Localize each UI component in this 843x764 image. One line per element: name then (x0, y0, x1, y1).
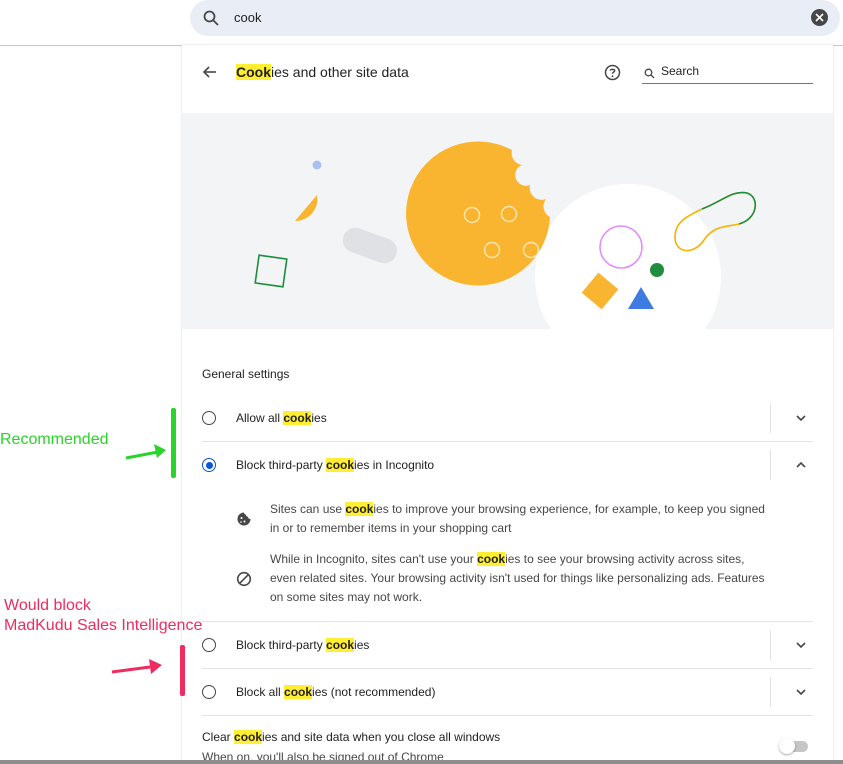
general-settings-title: General settings (202, 367, 290, 381)
detail-line: even related sites. Your browsing activi… (270, 571, 765, 585)
search-query-text[interactable]: cook (234, 10, 261, 25)
clear-title-highlight: cook (234, 730, 263, 744)
chevron-down-icon[interactable] (794, 685, 808, 699)
radio-block-third-party[interactable] (202, 638, 216, 652)
clear-title-text: Clear (202, 730, 235, 744)
label-text: Block all (236, 685, 285, 699)
annotation-would-block-line2: MadKudu Sales Intelligence (4, 617, 203, 634)
chevron-down-icon[interactable] (794, 638, 808, 652)
option-label: Block all cookies (not recommended) (236, 685, 435, 699)
label-text: ies (not recommended) (312, 685, 436, 699)
back-arrow-icon[interactable] (202, 64, 218, 80)
label-highlight: cook (326, 458, 355, 472)
row-separator (770, 450, 771, 480)
radio-block-all[interactable] (202, 685, 216, 699)
page-title: Cookies and other site data (236, 64, 409, 80)
label-highlight: cook (284, 685, 313, 699)
label-text: Block third-party (236, 458, 327, 472)
radio-block-third-party-incognito[interactable] (202, 458, 216, 472)
row-separator (770, 403, 771, 433)
row-divider (202, 715, 813, 716)
annotation-would-block-line1: Would block (4, 597, 91, 614)
page-search-field[interactable]: Search (642, 61, 813, 84)
annotation-would-block: Would block MadKudu Sales Intelligence (4, 597, 202, 635)
detail-text: ies to see your browsing activity across… (505, 552, 745, 566)
detail-line: While in Incognito, sites can't use your… (270, 550, 830, 569)
option-label: Allow all cookies (236, 411, 327, 425)
cookie-illustration-art (254, 141, 756, 329)
annotation-recommended: Recommended (0, 431, 109, 448)
option-block-third-party[interactable]: Block third-party cookies (202, 622, 813, 668)
chevron-down-icon[interactable] (794, 411, 808, 425)
title-rest: ies and other site data (271, 64, 409, 80)
clear-on-exit-toggle[interactable] (779, 738, 808, 754)
label-text: Allow all (236, 411, 284, 425)
label-text: ies (311, 411, 327, 425)
detail-text: ies to improve your browsing experience,… (373, 502, 765, 516)
clear-on-exit-title: Clear cookies and site data when you clo… (202, 730, 500, 744)
detail-text: While in Incognito, sites can't use your (270, 552, 478, 566)
label-text: ies in Incognito (354, 458, 435, 472)
settings-search-bar: cook (0, 0, 843, 46)
block-icon (236, 571, 252, 587)
option-label: Block third-party cookies in Incognito (236, 458, 434, 472)
detail-line: on some sites may not work. (270, 590, 423, 604)
clear-search-icon[interactable] (811, 9, 828, 26)
option-label: Block third-party cookies (236, 638, 369, 652)
detail-line: Sites can use cookies to improve your br… (270, 500, 830, 519)
radio-allow-all[interactable] (202, 411, 216, 425)
search-icon (644, 66, 655, 79)
settings-search-box[interactable]: cook (190, 0, 840, 36)
label-text: Block third-party (236, 638, 327, 652)
page-header: Cookies and other site data Search (182, 45, 833, 113)
label-text: ies (354, 638, 370, 652)
page-search-placeholder[interactable]: Search (661, 64, 699, 78)
option-block-third-party-incognito[interactable]: Block third-party cookies in Incognito (202, 442, 813, 488)
label-highlight: cook (283, 411, 312, 425)
chevron-up-icon[interactable] (794, 458, 808, 472)
detail-highlight: cook (477, 552, 506, 566)
annotation-green-bar (171, 408, 176, 478)
option-block-all-cookies[interactable]: Block all cookies (not recommended) (202, 669, 813, 715)
detail-cookies-use: Sites can use cookies to improve your br… (270, 500, 830, 538)
annotation-red-bar (180, 645, 185, 696)
search-icon (202, 9, 220, 27)
row-separator (770, 630, 771, 660)
detail-text: Sites can use (270, 502, 346, 516)
cookies-settings-card: Cookies and other site data Search Gener… (182, 45, 833, 764)
cookie-icon (236, 511, 252, 527)
detail-highlight: cook (345, 502, 374, 516)
annotation-red-arrow-icon (111, 659, 162, 674)
help-icon[interactable] (604, 64, 621, 81)
window-bottom-edge (0, 760, 843, 764)
title-highlight: Cook (236, 64, 271, 80)
option-allow-all-cookies[interactable]: Allow all cookies (202, 395, 813, 441)
row-separator (770, 677, 771, 707)
cookie-illustration (182, 113, 833, 329)
detail-line: in or to remember items in your shopping… (270, 521, 512, 535)
detail-incognito-info: While in Incognito, sites can't use your… (270, 550, 830, 607)
toggle-knob (779, 738, 795, 754)
clear-title-text: ies and site data when you close all win… (262, 730, 501, 744)
label-highlight: cook (326, 638, 355, 652)
